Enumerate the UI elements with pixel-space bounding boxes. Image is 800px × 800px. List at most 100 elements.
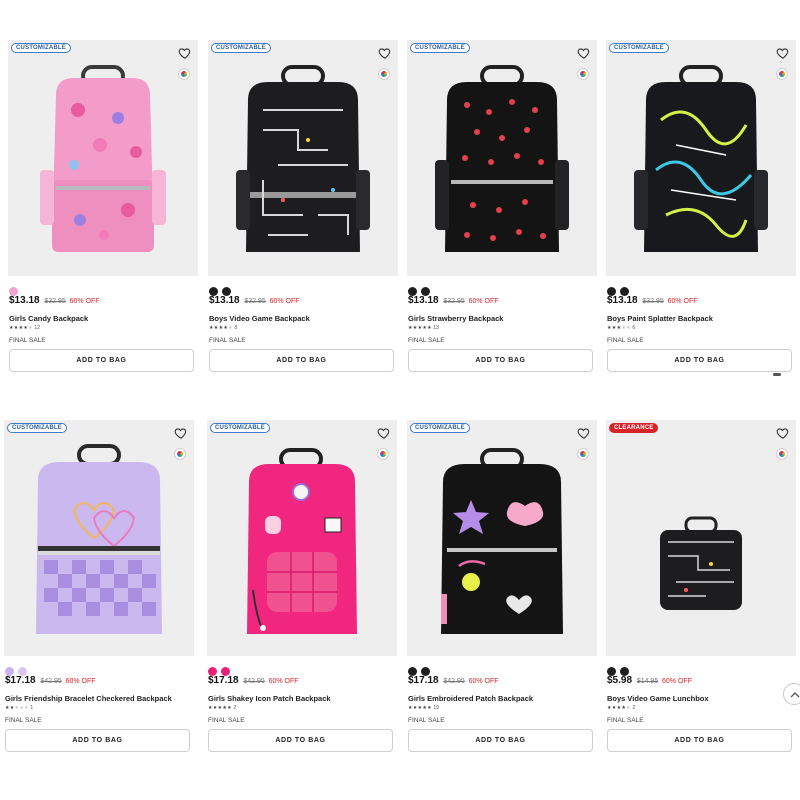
- product-name[interactable]: Girls Friendship Bracelet Checkered Back…: [5, 694, 172, 703]
- review-count: 13: [433, 325, 439, 331]
- sale-price: $13.18: [408, 295, 439, 306]
- add-to-bag-button[interactable]: ADD TO BAG: [9, 349, 194, 372]
- final-sale-label: FINAL SALE: [408, 717, 445, 724]
- backpack-image: [236, 65, 370, 252]
- review-count: 19: [433, 705, 439, 711]
- product-name[interactable]: Girls Embroidered Patch Backpack: [408, 694, 533, 703]
- star-rating-icons: ★★★★★: [208, 705, 232, 711]
- rating[interactable]: ★★★★★ 13: [408, 325, 439, 331]
- product-name[interactable]: Girls Strawberry Backpack: [408, 314, 503, 323]
- color-wheel-icon[interactable]: [178, 68, 190, 80]
- original-price: $42.95: [40, 678, 62, 685]
- price-row: $17.18 $42.95 60% OFF: [208, 675, 299, 686]
- add-to-bag-button[interactable]: ADD TO BAG: [5, 729, 190, 752]
- product-image[interactable]: CUSTOMIZABLE: [8, 40, 198, 276]
- original-price: $32.95: [642, 298, 664, 305]
- price-row: $13.18 $32.95 60% OFF: [209, 295, 300, 306]
- final-sale-label: FINAL SALE: [607, 337, 644, 344]
- color-wheel-icon[interactable]: [577, 448, 589, 460]
- rating[interactable]: ★★★★★ 1: [5, 705, 33, 711]
- sale-price: $13.18: [607, 295, 638, 306]
- heart-icon[interactable]: [776, 426, 790, 440]
- product-image[interactable]: CLEARANCE: [606, 420, 796, 656]
- carousel-edge-indicator: [773, 373, 781, 376]
- scroll-to-top-button[interactable]: [783, 683, 800, 705]
- price-row: $13.18 $32.95 60% OFF: [9, 295, 100, 306]
- backpack-image: [247, 448, 357, 634]
- sale-price: $17.18: [408, 675, 439, 686]
- add-to-bag-button[interactable]: ADD TO BAG: [209, 349, 394, 372]
- original-price: $14.95: [636, 678, 659, 685]
- product-name[interactable]: Boys Video Game Lunchbox: [607, 694, 709, 703]
- product-badge: CUSTOMIZABLE: [211, 43, 271, 53]
- product-image[interactable]: CUSTOMIZABLE: [407, 40, 597, 276]
- heart-icon[interactable]: [577, 46, 591, 60]
- discount-label: 60% OFF: [268, 678, 299, 685]
- heart-icon[interactable]: [377, 426, 391, 440]
- backpack-image: [36, 444, 162, 634]
- product-image[interactable]: CUSTOMIZABLE: [407, 420, 597, 656]
- discount-label: 60% OFF: [468, 298, 499, 305]
- star-rating-icons: ★★★★★: [607, 325, 631, 331]
- original-price: $42.95: [243, 678, 265, 685]
- original-price: $32.95: [44, 298, 66, 305]
- sale-price: $13.18: [9, 295, 40, 306]
- color-swatches: [607, 663, 633, 676]
- rating[interactable]: ★★★★★ 12: [9, 325, 40, 331]
- review-count: 12: [34, 325, 40, 331]
- color-swatches: [5, 663, 31, 676]
- product-image[interactable]: CUSTOMIZABLE: [606, 40, 796, 276]
- star-rating-icons: ★★★★★: [9, 325, 33, 331]
- heart-icon[interactable]: [577, 426, 591, 440]
- product-name[interactable]: Boys Paint Splatter Backpack: [607, 314, 713, 323]
- rating[interactable]: ★★★★★ 2: [607, 705, 635, 711]
- product-image[interactable]: CUSTOMIZABLE: [208, 40, 398, 276]
- backpack-image: [660, 516, 742, 610]
- rating[interactable]: ★★★★★ 2: [208, 705, 236, 711]
- review-count: 8: [234, 325, 238, 331]
- add-to-bag-button[interactable]: ADD TO BAG: [408, 349, 593, 372]
- sale-price: $17.18: [5, 675, 36, 686]
- color-swatches: [209, 283, 235, 296]
- discount-label: 60% OFF: [65, 678, 96, 685]
- color-swatches: [208, 663, 234, 676]
- add-to-bag-button[interactable]: ADD TO BAG: [408, 729, 593, 752]
- product-image[interactable]: CUSTOMIZABLE: [207, 420, 397, 656]
- final-sale-label: FINAL SALE: [209, 337, 246, 344]
- color-wheel-icon[interactable]: [378, 68, 390, 80]
- star-rating-icons: ★★★★★: [209, 325, 233, 331]
- sale-price: $17.18: [208, 675, 239, 686]
- discount-label: 60% OFF: [468, 678, 499, 685]
- review-count: 6: [632, 325, 636, 331]
- star-rating-icons: ★★★★★: [408, 705, 432, 711]
- color-wheel-icon[interactable]: [577, 68, 589, 80]
- product-badge: CUSTOMIZABLE: [410, 423, 470, 433]
- rating[interactable]: ★★★★★ 6: [607, 325, 635, 331]
- color-wheel-icon[interactable]: [776, 68, 788, 80]
- color-wheel-icon[interactable]: [174, 448, 186, 460]
- chevron-up-icon: [790, 692, 800, 698]
- product-name[interactable]: Boys Video Game Backpack: [209, 314, 310, 323]
- product-badge: CUSTOMIZABLE: [210, 423, 270, 433]
- discount-label: 60% OFF: [69, 298, 100, 305]
- heart-icon[interactable]: [378, 46, 392, 60]
- discount-label: 60% OFF: [662, 678, 692, 685]
- original-price: $32.95: [443, 298, 465, 305]
- product-name[interactable]: Girls Candy Backpack: [9, 314, 88, 323]
- heart-icon[interactable]: [178, 46, 192, 60]
- color-wheel-icon[interactable]: [377, 448, 389, 460]
- product-image[interactable]: CUSTOMIZABLE: [4, 420, 194, 656]
- original-price: $32.95: [244, 298, 266, 305]
- final-sale-label: FINAL SALE: [208, 717, 245, 724]
- add-to-bag-button[interactable]: ADD TO BAG: [208, 729, 393, 752]
- heart-icon[interactable]: [776, 46, 790, 60]
- add-to-bag-button[interactable]: ADD TO BAG: [607, 729, 792, 752]
- heart-icon[interactable]: [174, 426, 188, 440]
- price-row: $17.18 $42.95 60% OFF: [408, 675, 499, 686]
- product-name[interactable]: Girls Shakey Icon Patch Backpack: [208, 694, 331, 703]
- discount-label: 60% OFF: [269, 298, 300, 305]
- rating[interactable]: ★★★★★ 8: [209, 325, 237, 331]
- rating[interactable]: ★★★★★ 19: [408, 705, 439, 711]
- color-wheel-icon[interactable]: [776, 448, 788, 460]
- add-to-bag-button[interactable]: ADD TO BAG: [607, 349, 792, 372]
